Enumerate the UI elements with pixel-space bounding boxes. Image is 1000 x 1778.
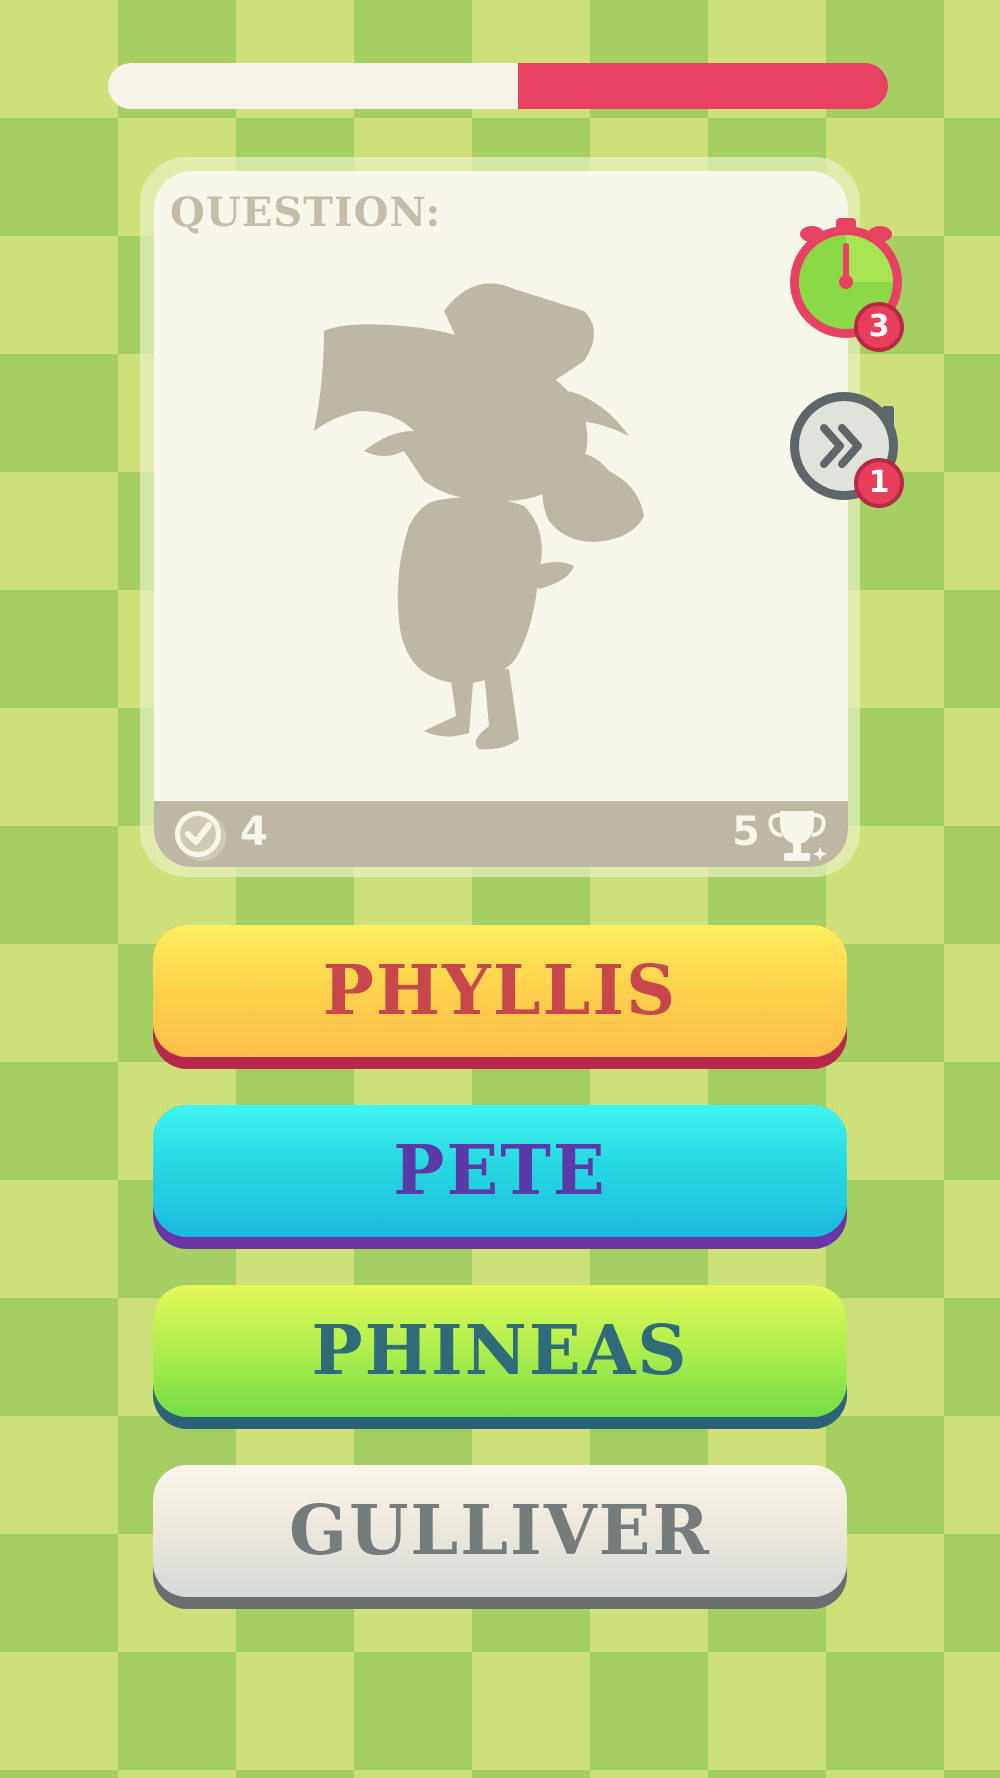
best-score-count: 5	[732, 809, 760, 855]
answer-label-2: PETE	[153, 1105, 847, 1237]
skip-count-badge: 1	[854, 458, 904, 508]
time-progress-fill	[517, 63, 888, 109]
correct-answers-count: 4	[240, 809, 268, 855]
question-card: QUESTION: 4 5	[154, 171, 848, 867]
answer-button-4[interactable]: GULLIVER	[153, 1465, 847, 1609]
card-footer: 4 5	[154, 801, 848, 867]
checkmark-coin-icon	[175, 811, 226, 861]
answer-label-4: GULLIVER	[153, 1465, 847, 1597]
extra-time-powerup-button[interactable]: 3	[786, 216, 916, 356]
trophy-icon	[768, 811, 827, 861]
skip-powerup-button[interactable]: 1	[786, 388, 916, 518]
answer-label-3: PHINEAS	[153, 1285, 847, 1417]
question-label: QUESTION:	[170, 189, 442, 236]
time-progress-bar	[108, 63, 888, 109]
character-silhouette	[314, 283, 644, 750]
answer-button-3[interactable]: PHINEAS	[153, 1285, 847, 1429]
answer-button-2[interactable]: PETE	[153, 1105, 847, 1249]
extra-time-count-badge: 3	[854, 302, 904, 352]
answer-button-1[interactable]: PHYLLIS	[153, 925, 847, 1069]
answer-label-1: PHYLLIS	[153, 925, 847, 1057]
